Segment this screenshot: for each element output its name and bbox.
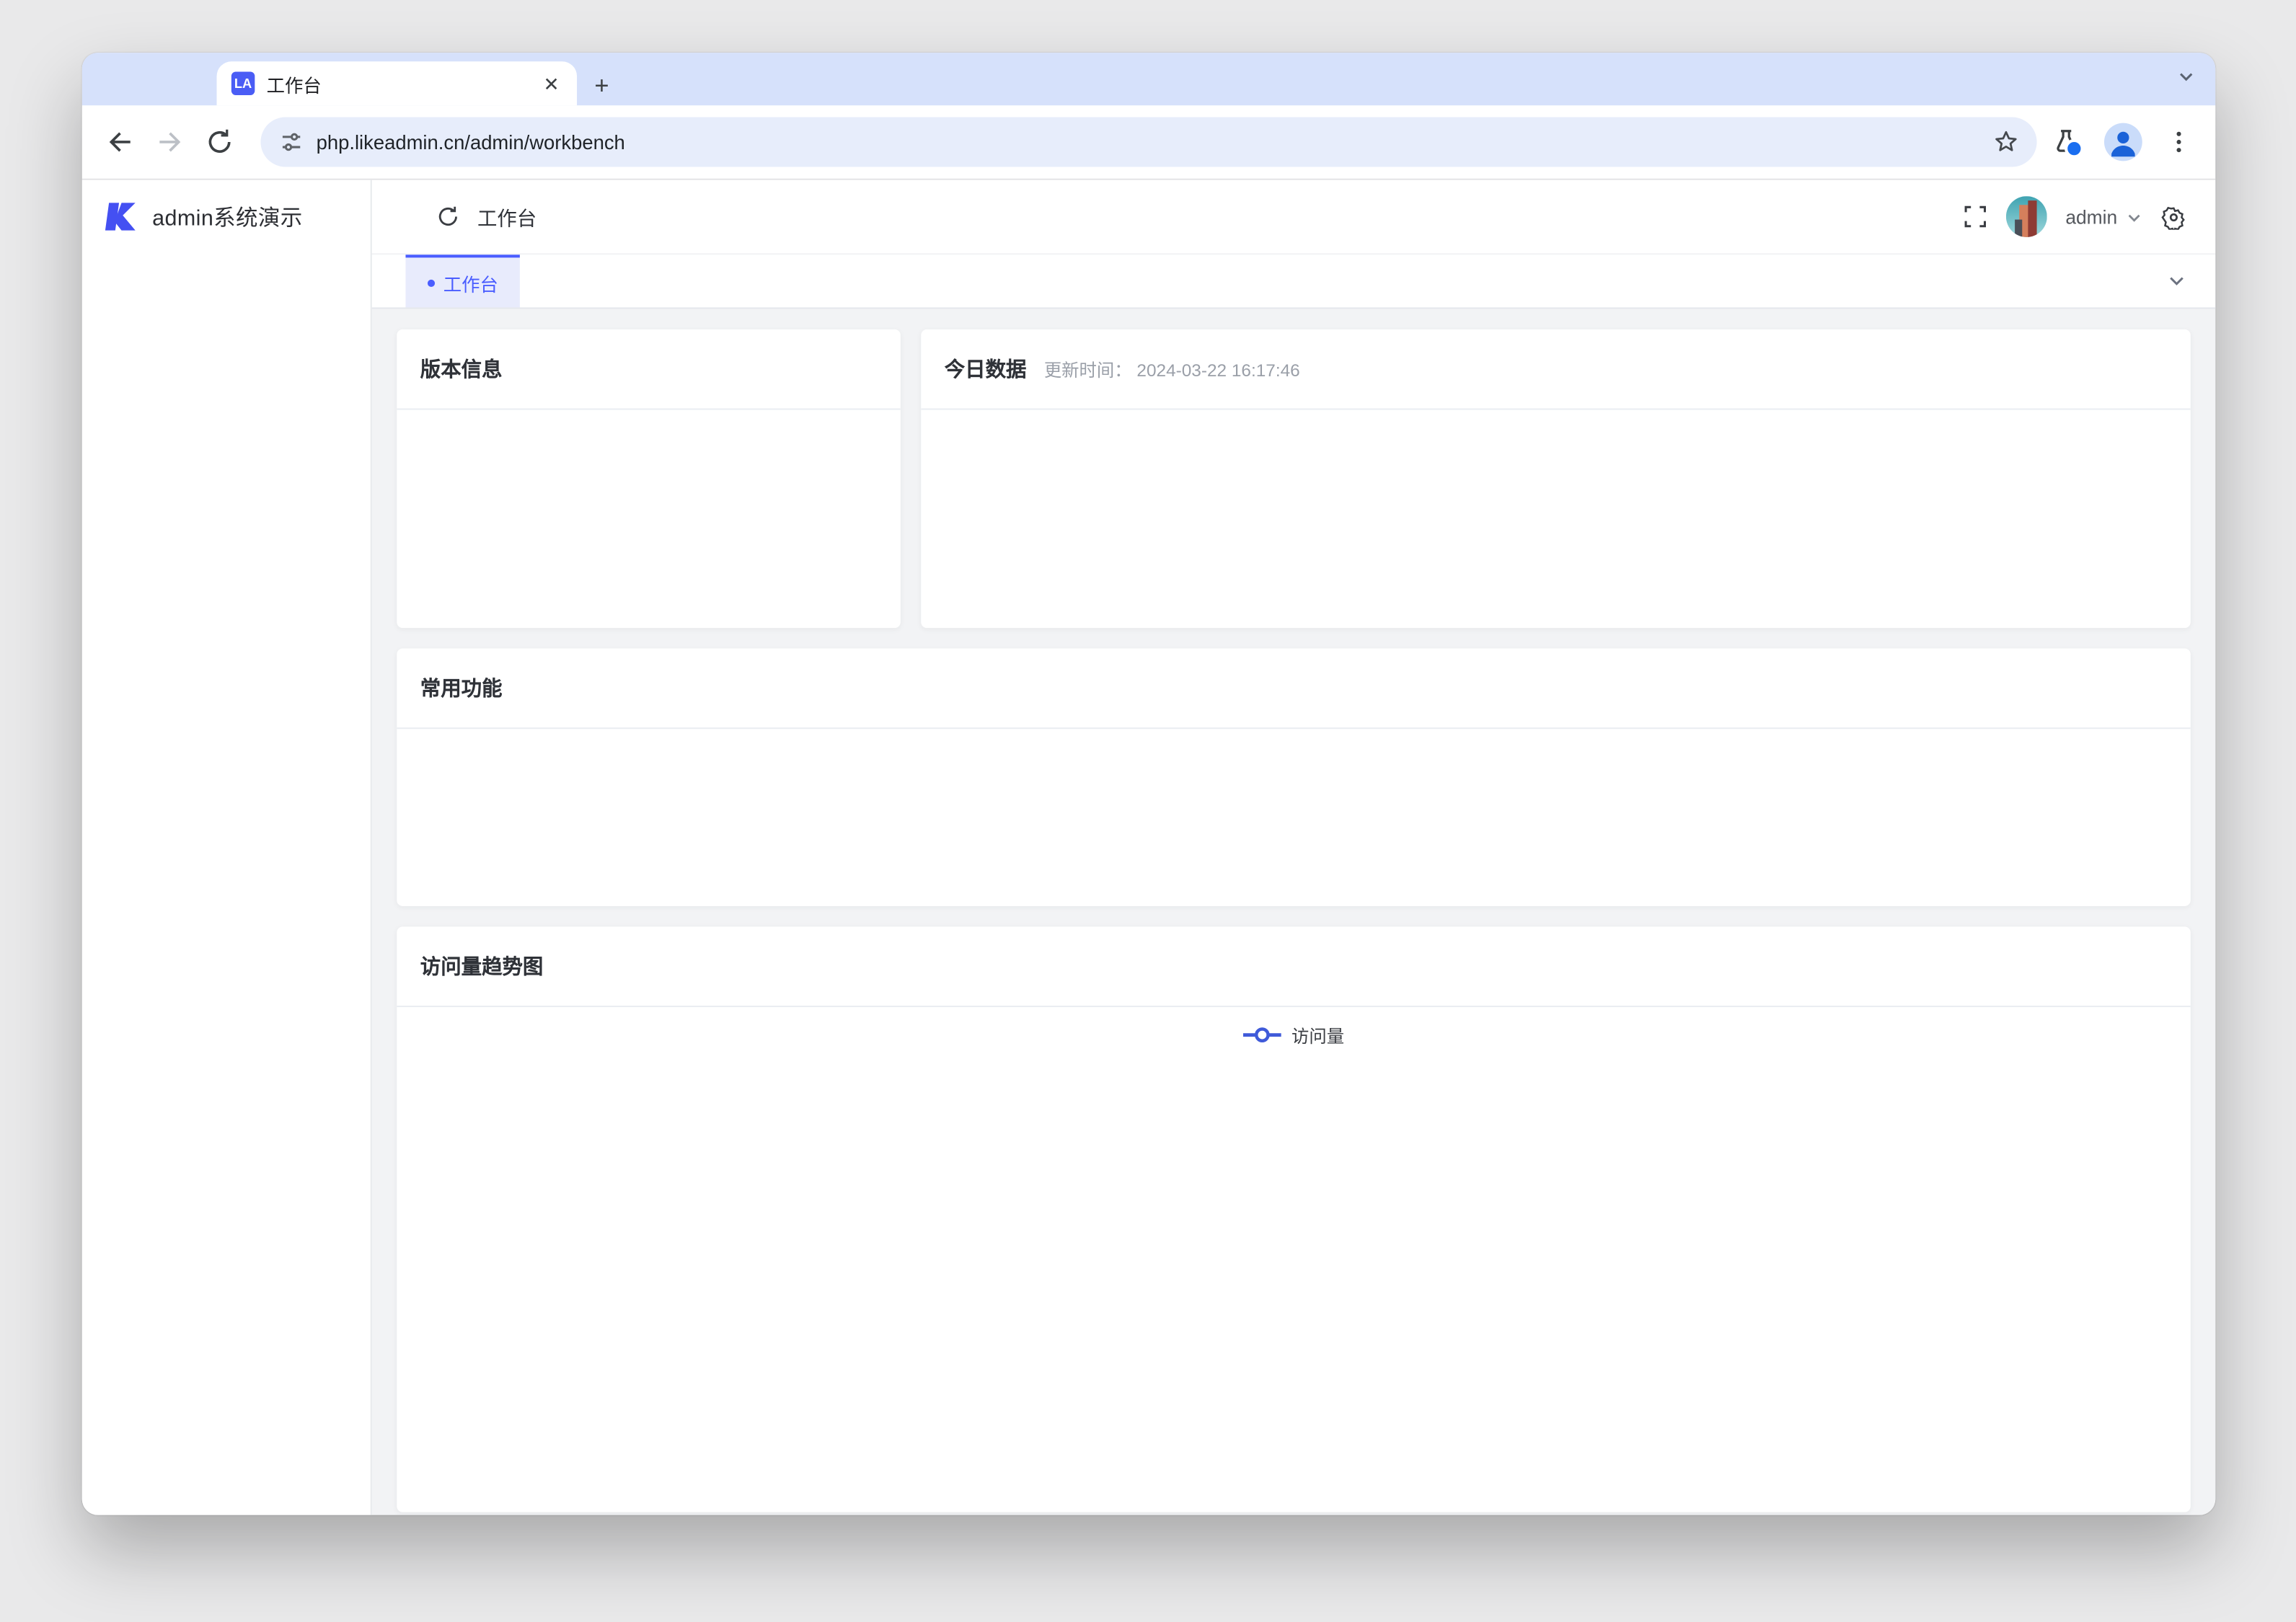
app-header: 工作台 (372, 180, 2216, 254)
experiments-flask-icon[interactable] (2052, 128, 2081, 157)
app-title: admin系统演示 (152, 201, 302, 232)
bookmark-star-icon[interactable] (1993, 129, 2020, 156)
today-card-title: 今日数据 (945, 354, 1027, 384)
admin-app: admin系统演示 工作台 (82, 180, 2216, 1515)
desktop: LA 工作台 ✕ + php.like (0, 0, 2296, 1622)
version-card: 版本信息 (397, 329, 901, 628)
reload-icon[interactable] (205, 128, 234, 157)
chart-card-title: 访问量趋势图 (420, 952, 544, 981)
minimize-window-button[interactable] (132, 70, 149, 87)
main-area: 工作台 (372, 180, 2216, 1515)
sidebar: admin系统演示 (82, 180, 372, 1515)
toolbar-right (2052, 123, 2192, 161)
line-chart-svg (397, 1063, 2190, 1502)
version-card-title: 版本信息 (420, 354, 503, 384)
tab-title: 工作台 (267, 69, 529, 97)
active-tab-label: 工作台 (443, 269, 498, 297)
window-controls (102, 70, 179, 87)
fullscreen-icon[interactable] (1963, 205, 1986, 228)
back-icon[interactable] (105, 128, 135, 157)
refresh-icon[interactable] (436, 205, 459, 228)
close-window-button[interactable] (102, 70, 120, 87)
forward-icon[interactable] (155, 128, 185, 157)
user-avatar[interactable] (2005, 196, 2046, 237)
quick-card-title: 常用功能 (420, 673, 503, 703)
chart-legend[interactable]: 访问量 (397, 1007, 2190, 1063)
today-data-card: 今日数据 更新时间： 2024-03-22 16:17:46 (921, 329, 2191, 628)
browser-menu-icon[interactable] (2165, 129, 2192, 156)
tab-favicon: LA (231, 71, 255, 94)
settings-gear-icon[interactable] (2161, 204, 2186, 229)
new-tab-button[interactable]: + (594, 74, 609, 99)
updated-time: 更新时间： 2024-03-22 16:17:46 (1044, 356, 1300, 381)
tab-workbench[interactable]: 工作台 (405, 254, 519, 307)
workbench-content: 版本信息 今日数据 更新时间： 2024-03-22 16:17:46 (372, 309, 2216, 1515)
legend-marker-icon (1243, 1026, 1281, 1043)
page-title: 工作台 (477, 202, 537, 231)
browser-tab[interactable]: LA 工作台 ✕ (217, 61, 578, 105)
address-bar[interactable]: php.likeadmin.cn/admin/workbench (260, 117, 2036, 167)
logo-k-icon (104, 199, 139, 234)
quick-functions-card: 常用功能 (397, 649, 2190, 906)
browser-tabstrip: LA 工作台 ✕ + (82, 53, 2216, 105)
user-chevron-down-icon[interactable] (2126, 208, 2142, 224)
visits-trend-card: 访问量趋势图 访问量 (397, 926, 2190, 1512)
browser-toolbar: php.likeadmin.cn/admin/workbench (82, 105, 2216, 180)
url-text[interactable]: php.likeadmin.cn/admin/workbench (317, 131, 1993, 153)
active-tab-dot (427, 279, 434, 286)
username[interactable]: admin (2065, 205, 2117, 227)
quick-functions-grid (397, 729, 2190, 906)
legend-label: 访问量 (1292, 1022, 1344, 1047)
site-settings-icon[interactable] (278, 129, 305, 156)
visits-line-chart (397, 1063, 2190, 1512)
page-tabs-bar: 工作台 (372, 254, 2216, 309)
tab-close-icon[interactable]: ✕ (540, 71, 562, 96)
today-stats (921, 410, 2191, 629)
app-logo[interactable]: admin系统演示 (82, 180, 371, 254)
tab-search-chevron-icon[interactable] (2178, 66, 2195, 92)
browser-window: LA 工作台 ✕ + php.like (82, 53, 2216, 1515)
version-card-body (397, 410, 901, 435)
tabs-collapse-chevron-icon[interactable] (2167, 271, 2186, 298)
browser-profile-icon[interactable] (2104, 123, 2142, 161)
zoom-window-button[interactable] (161, 70, 178, 87)
